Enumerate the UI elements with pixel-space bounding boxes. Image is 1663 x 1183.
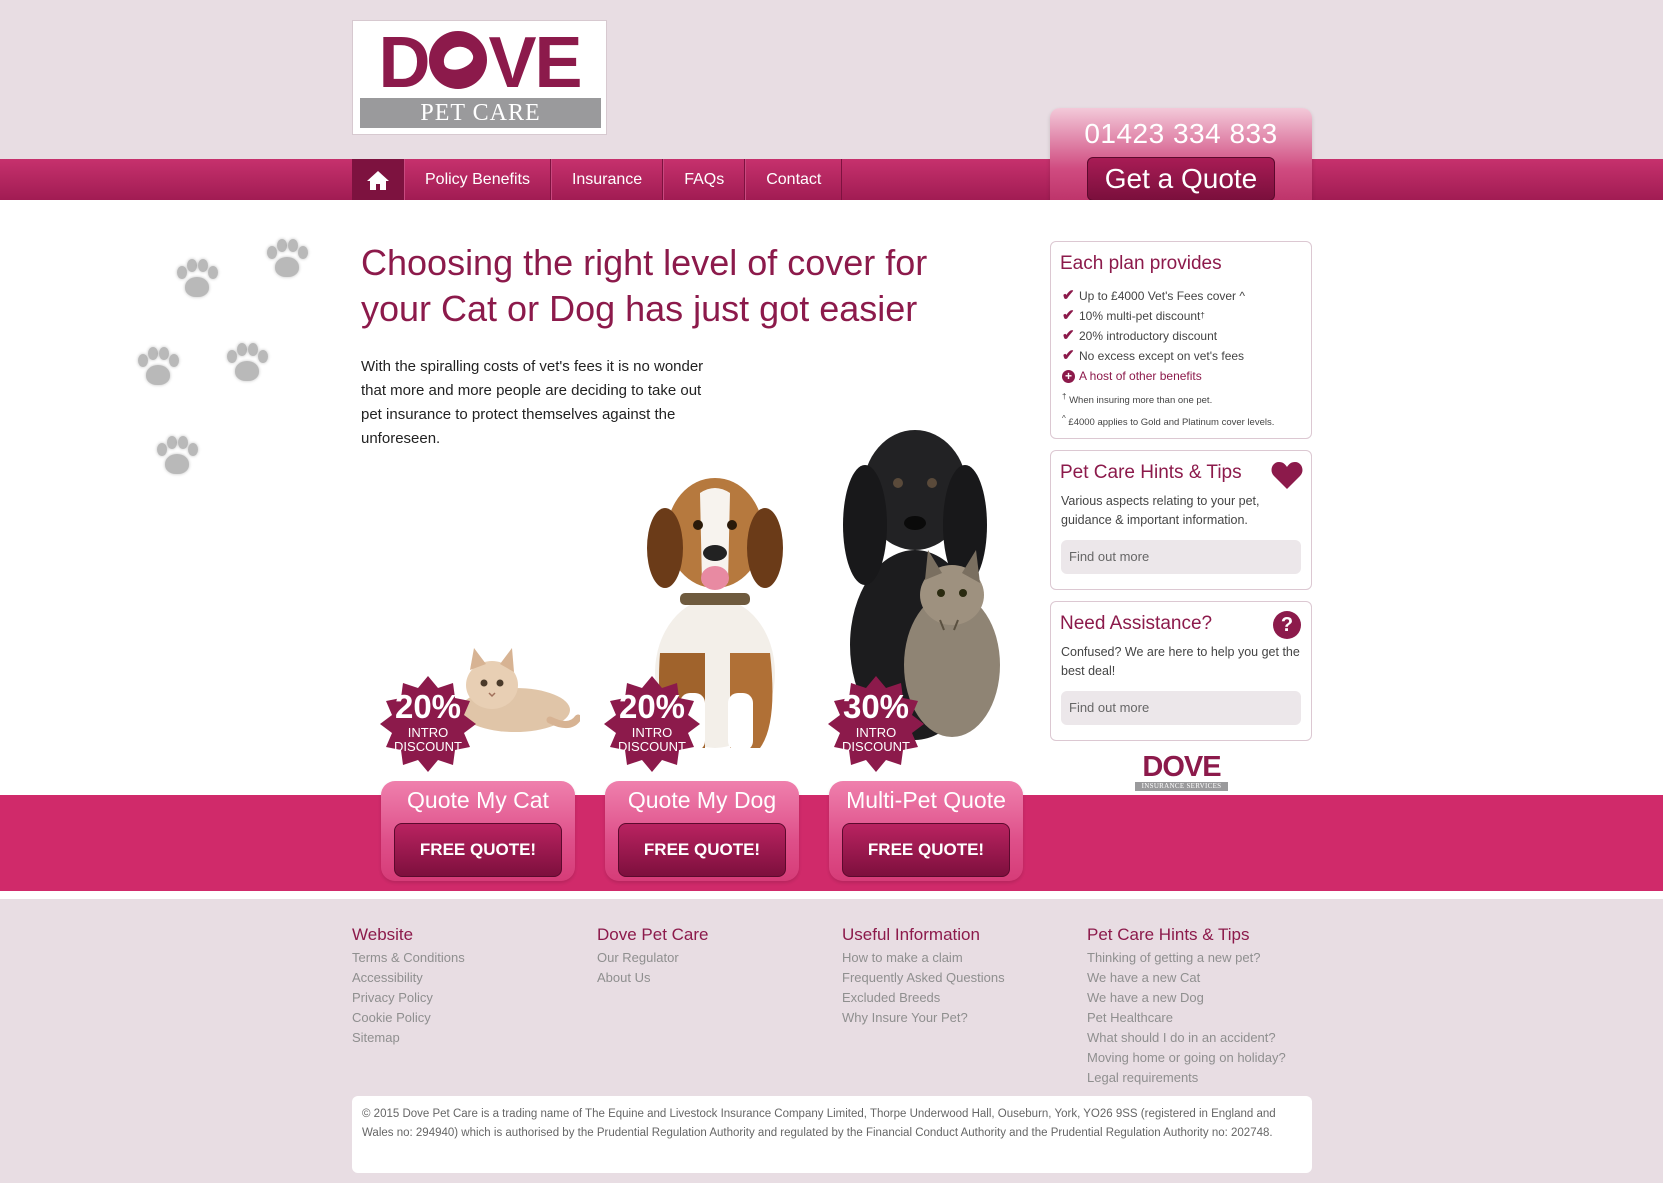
checkmark-icon: ✔ [1062,287,1075,304]
footer-link[interactable]: Why Insure Your Pet? [842,1008,1005,1028]
list-item: ✔ No excess except on vet's fees [1062,347,1245,364]
nav-insurance[interactable]: Insurance [550,159,664,200]
footer-link[interactable]: About Us [597,968,709,988]
discount-badge-multi-pet: 30% INTRO DISCOUNT [828,676,924,772]
footer-link[interactable]: Pet Healthcare [1087,1008,1286,1028]
quote-card-dog: Quote My Dog FREE QUOTE! [605,781,799,881]
quote-card-cat: Quote My Cat FREE QUOTE! [381,781,575,881]
paw-print-icon [224,342,270,388]
phone-number[interactable]: 01423 334 833 [1050,119,1312,149]
footer-link[interactable]: What should I do in an accident? [1087,1028,1286,1048]
hints-tips-box: Pet Care Hints & Tips Various aspects re… [1050,450,1312,590]
quote-card-title: Multi-Pet Quote [846,787,1006,813]
footer-link[interactable]: Frequently Asked Questions [842,968,1005,988]
footer-link[interactable]: Privacy Policy [352,988,465,1008]
quote-card-title: Quote My Cat [407,787,549,813]
paw-print-icon [135,346,181,392]
footnote-multi-pet: † When insuring more than one pet. [1062,392,1213,407]
discount-label: INTRO DISCOUNT [618,725,686,754]
footer-link[interactable]: Legal requirements [1087,1068,1286,1088]
footer-divider [0,891,1663,899]
footer-heading: Useful Information [842,925,980,944]
checkmark-icon: ✔ [1062,327,1075,344]
question-mark-icon: ? [1273,611,1301,639]
footer-link[interactable]: Thinking of getting a new pet? [1087,948,1286,968]
assistance-box-text: Confused? We are here to help you get th… [1061,645,1300,678]
assistance-box: Need Assistance? ? Confused? We are here… [1050,601,1312,741]
discount-badge-cat: 20% INTRO DISCOUNT [380,676,476,772]
get-a-quote-button[interactable]: Get a Quote [1087,157,1275,201]
quote-card-multi-pet: Multi-Pet Quote FREE QUOTE! [829,781,1023,881]
list-item: ✔ 10% multi-pet discount † [1062,307,1205,324]
other-benefits-link[interactable]: + A host of other benefits [1062,366,1311,386]
dove-pet-care-logo[interactable]: D VE PET CARE [352,20,607,135]
page-headline: Choosing the right level of cover for yo… [361,242,928,329]
checkmark-icon: ✔ [1062,307,1075,324]
nav-contact[interactable]: Contact [745,159,843,200]
footer-column-dove-pet-care: Dove Pet Care Our Regulator About Us [597,924,709,988]
paw-print-icon [264,238,310,284]
plan-box-title: Each plan provides [1060,253,1222,274]
discount-percent: 20% [394,688,462,725]
heart-icon [1271,462,1303,489]
intro-paragraph: With the spiralling costs of vet's fees … [361,358,704,447]
discount-badge-dog: 20% INTRO DISCOUNT [604,676,700,772]
footer-link[interactable]: Excluded Breeds [842,988,1005,1008]
legal-notice: © 2015 Dove Pet Care is a trading name o… [352,1096,1312,1173]
discount-percent: 20% [618,688,686,725]
footer-link[interactable]: Terms & Conditions [352,948,465,968]
plan-benefits-list: ✔ Up to £4000 Vet's Fees cover ^ ✔ 10% mul… [1062,286,1311,386]
paw-print-icon [174,258,220,304]
quote-card-title: Quote My Dog [627,787,777,813]
footer-link[interactable]: We have a new Dog [1087,988,1286,1008]
free-quote-multi-pet-button[interactable]: FREE QUOTE! [842,823,1010,877]
footer-link[interactable]: Sitemap [352,1028,465,1048]
discount-label: INTRO DISCOUNT [842,725,910,754]
dove-insurance-services-logo[interactable]: DOVE INSURANCE SERVICES [1135,752,1228,792]
free-quote-dog-button[interactable]: FREE QUOTE! [618,823,786,877]
footer-column-hints-tips: Pet Care Hints & Tips Thinking of gettin… [1087,924,1286,1088]
list-item: ✔ Up to £4000 Vet's Fees cover ^ [1062,287,1246,304]
plan-benefits-box: Each plan provides ✔ Up to £4000 Vet's Fe… [1050,241,1312,439]
list-item: ✔ 20% introductory discount [1062,327,1218,344]
home-icon [367,170,389,190]
logo-wordmark: D VE [378,23,582,103]
footer-heading: Dove Pet Care [597,925,709,944]
assistance-find-out-more-button[interactable]: Find out more [1061,691,1301,725]
main-nav: Policy Benefits Insurance FAQs Contact [352,159,843,212]
paw-print-icon [154,435,200,481]
plus-circle-icon: + [1062,369,1075,383]
logo-subtitle: PET CARE [360,98,601,128]
hints-box-text: Various aspects relating to your pet, gu… [1061,494,1260,527]
footer-link[interactable]: Accessibility [352,968,465,988]
footer-link[interactable]: We have a new Cat [1087,968,1286,988]
nav-home[interactable] [352,159,404,212]
nav-faqs[interactable]: FAQs [663,159,746,200]
checkmark-icon: ✔ [1062,347,1075,364]
footnote-cover-levels: ^ £4000 applies to Gold and Platinum cov… [1062,414,1275,429]
footer-link[interactable]: Cookie Policy [352,1008,465,1028]
footer-column-website: Website Terms & Conditions Accessibility… [352,924,465,1048]
footer-link[interactable]: Our Regulator [597,948,709,968]
footer-column-useful-information: Useful Information How to make a claim F… [842,924,1005,1028]
insurance-logo-subtitle: INSURANCE SERVICES [1135,782,1228,791]
footer-heading: Pet Care Hints & Tips [1087,925,1250,944]
dove-bird-icon [429,31,488,89]
footer-heading: Website [352,925,414,944]
discount-label: INTRO DISCOUNT [394,725,462,754]
footer-link[interactable]: Moving home or going on holiday? [1087,1048,1286,1068]
insurance-logo-wordmark: DOVE [1142,751,1221,783]
discount-percent: 30% [842,688,910,725]
hints-find-out-more-button[interactable]: Find out more [1061,540,1301,574]
nav-policy-benefits[interactable]: Policy Benefits [404,159,551,200]
footer-link[interactable]: How to make a claim [842,948,1005,968]
free-quote-cat-button[interactable]: FREE QUOTE! [394,823,562,877]
